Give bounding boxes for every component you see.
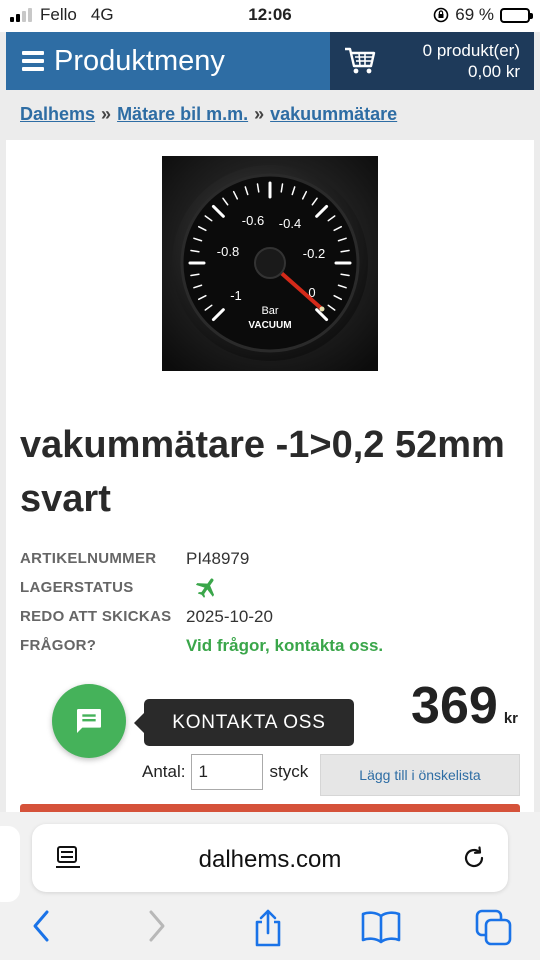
breadcrumb-link-category[interactable]: Mätare bil m.m.: [117, 104, 248, 125]
rotation-lock-icon: [433, 7, 449, 23]
breadcrumb-separator: »: [254, 104, 265, 124]
gauge-tick-label: -0.8: [217, 244, 239, 259]
tabs-icon[interactable]: [474, 908, 514, 948]
hamburger-icon: [22, 51, 44, 71]
spec-row-questions: FRÅGOR? Vid frågor, kontakta oss.: [20, 631, 383, 660]
chat-icon: [77, 709, 101, 733]
cart-button[interactable]: 0 produkt(er) 0,00 kr: [330, 32, 534, 90]
product-menu-button[interactable]: Produktmeny: [6, 32, 225, 90]
forward-icon[interactable]: [142, 908, 170, 944]
breadcrumb-link-home[interactable]: Dalhems: [20, 104, 95, 125]
breadcrumb-link-current[interactable]: vakuummätare: [270, 104, 397, 125]
gauge-tick-label: -0.4: [279, 216, 301, 231]
cart-count: 0 produkt(er): [422, 41, 520, 60]
gauge-tick-label: -0.6: [242, 213, 264, 228]
url-text: dalhems.com: [198, 846, 342, 873]
product-price: 369 kr: [411, 676, 518, 736]
reload-icon[interactable]: [460, 844, 488, 872]
browser-nav: [0, 908, 540, 948]
ship-date: 2025-10-20: [186, 606, 273, 626]
cart-total: 0,00 kr: [468, 62, 520, 81]
price-value: 369: [411, 677, 498, 735]
gauge-unit-label: Bar: [261, 305, 278, 317]
spec-label: ARTIKELNUMMER: [20, 550, 157, 567]
battery-icon: [500, 7, 533, 23]
spec-row-article: ARTIKELNUMMER PI48979: [20, 544, 383, 573]
back-icon[interactable]: [28, 908, 56, 944]
vacuum-gauge-image: -1 -0.8 -0.6 -0.4 -0.2 0 Bar VACUUM: [162, 156, 378, 371]
breadcrumb-separator: »: [101, 104, 112, 124]
address-bar[interactable]: dalhems.com: [32, 824, 508, 892]
status-bar: Fello 4G 12:06 69 %: [0, 0, 540, 32]
status-right: 69 %: [433, 5, 533, 25]
quantity-label: Antal:: [142, 762, 186, 781]
quantity-unit: styck: [269, 762, 309, 781]
airplane-icon: [195, 578, 215, 598]
share-icon[interactable]: [250, 908, 286, 948]
cart-summary: 0 produkt(er) 0,00 kr: [423, 40, 520, 82]
contact-tooltip[interactable]: KONTAKTA OSS: [134, 699, 354, 746]
contact-link[interactable]: Vid frågor, kontakta oss.: [186, 636, 383, 656]
previous-tab-preview[interactable]: [0, 826, 20, 902]
spec-label: FRÅGOR?: [20, 637, 97, 654]
gauge-type-label: VACUUM: [248, 320, 291, 331]
quantity-input[interactable]: [191, 754, 264, 790]
product-menu-label: Produktmeny: [54, 44, 225, 77]
gauge-tick-label: -0.2: [303, 246, 325, 261]
spec-label: REDO ATT SKICKAS: [20, 608, 172, 625]
product-image[interactable]: -1 -0.8 -0.6 -0.4 -0.2 0 Bar VACUUM: [162, 156, 378, 371]
spec-row-shipping: REDO ATT SKICKAS 2025-10-20: [20, 602, 383, 631]
site-header: Produktmeny 0 produkt(er) 0,00 kr: [6, 32, 534, 90]
price-currency: kr: [503, 710, 518, 727]
product-title: vakummätare -1>0,2 52mm svart: [20, 424, 505, 520]
quantity-row: Antal: styck: [142, 754, 308, 790]
shopping-cart-icon: [345, 47, 376, 74]
spec-row-stock: LAGERSTATUS: [20, 573, 383, 602]
add-to-wishlist-button[interactable]: Lägg till i önskelista: [320, 754, 520, 796]
breadcrumb: Dalhems » Mätare bil m.m. » vakuummätare: [20, 104, 397, 125]
battery-percent: 69 %: [455, 5, 494, 24]
article-number: PI48979: [186, 548, 250, 568]
chat-button[interactable]: [52, 684, 126, 758]
browser-toolbar: dalhems.com: [0, 812, 540, 960]
gauge-tick-label: -1: [230, 288, 242, 303]
bookmarks-icon[interactable]: [360, 908, 402, 944]
product-specs: ARTIKELNUMMER PI48979 LAGERSTATUS REDO A…: [20, 544, 383, 660]
spec-label: LAGERSTATUS: [20, 579, 134, 596]
